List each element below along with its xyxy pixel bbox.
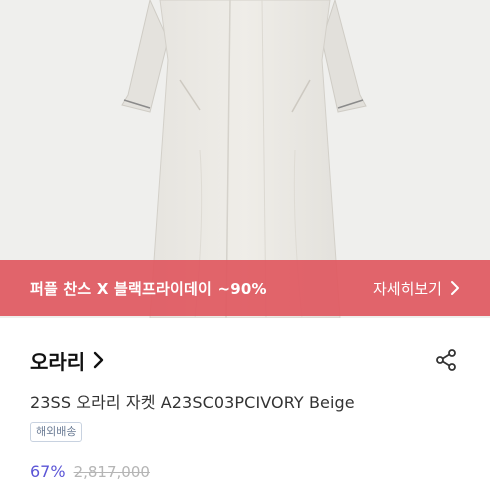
product-name: 23SS 오라리 자켓 A23SC03PCIVORY Beige xyxy=(30,393,355,412)
original-price: 2,817,000 xyxy=(73,463,150,481)
product-image[interactable]: 퍼플 찬스 X 블랙프라이데이 ~90% 자세히보기 xyxy=(0,0,490,318)
promo-banner[interactable]: 퍼플 찬스 X 블랙프라이데이 ~90% 자세히보기 xyxy=(0,260,490,316)
discount-rate: 67% xyxy=(30,462,66,481)
price-row: 67% 2,817,000 xyxy=(30,462,150,481)
chevron-right-icon xyxy=(93,351,105,369)
promo-detail-label: 자세히보기 xyxy=(372,279,442,298)
promo-text: 퍼플 찬스 X 블랙프라이데이 ~90% xyxy=(30,279,267,298)
brand-row: 오라리 xyxy=(30,340,460,380)
share-button[interactable] xyxy=(432,346,460,374)
overseas-shipping-badge: 해외배송 xyxy=(30,422,83,442)
brand-name: 오라리 xyxy=(30,349,86,374)
promo-detail-link[interactable]: 자세히보기 xyxy=(373,278,460,299)
brand-link[interactable]: 오라리 xyxy=(30,346,105,375)
share-icon xyxy=(436,349,456,371)
chevron-right-icon xyxy=(450,280,460,296)
